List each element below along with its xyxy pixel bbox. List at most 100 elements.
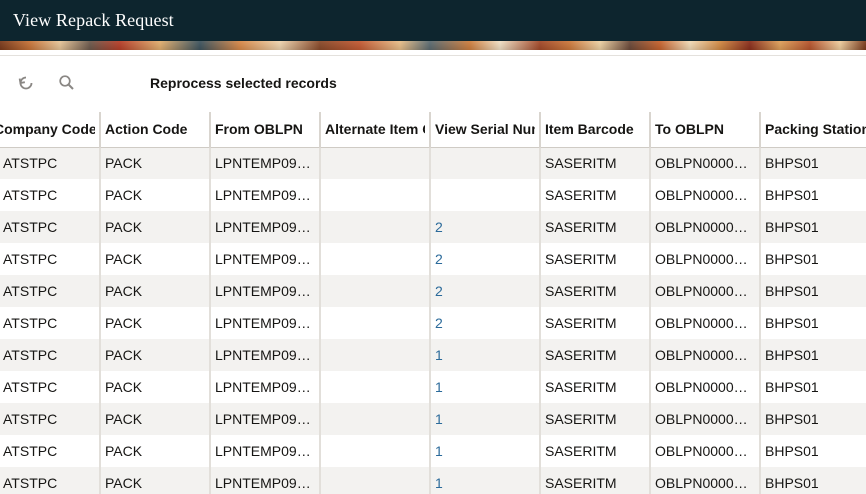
packing-station-cell: BHPS01 [760, 403, 866, 435]
serial-numbers-link[interactable]: 1 [430, 435, 541, 467]
column-header-item-barcode[interactable]: Item Barcode [540, 112, 651, 148]
to-oblpn-cell: OBLPN0000… [650, 467, 761, 494]
to-oblpn-cell: OBLPN0000… [650, 147, 761, 179]
alternate-item-code-cell [320, 179, 431, 211]
packing-station-cell: BHPS01 [760, 147, 866, 179]
action-code-cell: PACK [100, 467, 211, 494]
company-code-cell: ATSTPC [0, 467, 101, 494]
item-barcode-cell: SASERITM [540, 243, 651, 275]
table-row[interactable]: ATSTPC PACK LPNTEMP09… 1 SASERITM OBLPN0000… B… [0, 467, 866, 494]
table-row[interactable]: ATSTPC PACK LPNTEMP09… SASERITM OBLPN0000… BH… [0, 147, 866, 179]
column-header-from-oblpn[interactable]: From OBLPN [210, 112, 321, 148]
company-code-cell: ATSTPC [0, 435, 101, 467]
packing-station-cell: BHPS01 [760, 467, 866, 494]
from-oblpn-cell: LPNTEMP09… [210, 211, 321, 243]
serial-numbers-link[interactable]: 2 [430, 307, 541, 339]
item-barcode-cell: SASERITM [540, 339, 651, 371]
serial-numbers-link[interactable] [430, 147, 541, 179]
company-code-cell: ATSTPC [0, 179, 101, 211]
from-oblpn-cell: LPNTEMP09… [210, 467, 321, 494]
reprocess-selected-button[interactable]: Reprocess selected records [150, 75, 337, 91]
action-code-cell: PACK [100, 307, 211, 339]
packing-station-cell: BHPS01 [760, 179, 866, 211]
to-oblpn-cell: OBLPN0000… [650, 371, 761, 403]
to-oblpn-cell: OBLPN0000… [650, 211, 761, 243]
item-barcode-cell: SASERITM [540, 403, 651, 435]
from-oblpn-cell: LPNTEMP09… [210, 403, 321, 435]
company-code-cell: ATSTPC [0, 147, 101, 179]
serial-numbers-link[interactable] [430, 179, 541, 211]
from-oblpn-cell: LPNTEMP09… [210, 307, 321, 339]
action-code-cell: PACK [100, 435, 211, 467]
column-header-packing-station[interactable]: Packing Station [760, 112, 866, 148]
packing-station-cell: BHPS01 [760, 435, 866, 467]
table-row[interactable]: ATSTPC PACK LPNTEMP09… 1 SASERITM OBLPN0000… B… [0, 403, 866, 435]
to-oblpn-cell: OBLPN0000… [650, 435, 761, 467]
alternate-item-code-cell [320, 339, 431, 371]
column-header-alternate-item-code[interactable]: Alternate Item Code [320, 112, 431, 148]
company-code-cell: ATSTPC [0, 275, 101, 307]
item-barcode-cell: SASERITM [540, 371, 651, 403]
alternate-item-code-cell [320, 243, 431, 275]
table-row[interactable]: ATSTPC PACK LPNTEMP09… 1 SASERITM OBLPN0000… B… [0, 371, 866, 403]
table-row[interactable]: ATSTPC PACK LPNTEMP09… 1 SASERITM OBLPN0000… B… [0, 435, 866, 467]
serial-numbers-link[interactable]: 1 [430, 371, 541, 403]
company-code-cell: ATSTPC [0, 371, 101, 403]
table-row[interactable]: ATSTPC PACK LPNTEMP09… 1 SASERITM OBLPN0000… B… [0, 339, 866, 371]
search-icon[interactable] [56, 72, 78, 94]
packing-station-cell: BHPS01 [760, 371, 866, 403]
to-oblpn-cell: OBLPN0000… [650, 339, 761, 371]
alternate-item-code-cell [320, 211, 431, 243]
from-oblpn-cell: LPNTEMP09… [210, 179, 321, 211]
serial-numbers-link[interactable]: 1 [430, 403, 541, 435]
item-barcode-cell: SASERITM [540, 435, 651, 467]
serial-numbers-link[interactable]: 1 [430, 467, 541, 494]
column-header-to-oblpn[interactable]: To OBLPN [650, 112, 761, 148]
serial-numbers-link[interactable]: 1 [430, 339, 541, 371]
packing-station-cell: BHPS01 [760, 211, 866, 243]
table-row[interactable]: ATSTPC PACK LPNTEMP09… 2 SASERITM OBLPN0000… B… [0, 211, 866, 243]
refresh-icon[interactable] [15, 72, 37, 94]
page-title: View Repack Request [13, 10, 174, 30]
repack-table: Company Code Action Code From OBLPN Alte… [0, 112, 866, 494]
from-oblpn-cell: LPNTEMP09… [210, 275, 321, 307]
search-icon-glyph [59, 75, 74, 90]
alternate-item-code-cell [320, 467, 431, 494]
packing-station-cell: BHPS01 [760, 339, 866, 371]
refresh-icon-glyph [18, 76, 33, 90]
company-code-cell: ATSTPC [0, 243, 101, 275]
from-oblpn-cell: LPNTEMP09… [210, 243, 321, 275]
toolbar: Reprocess selected records [0, 55, 866, 110]
action-code-cell: PACK [100, 371, 211, 403]
table-header-row: Company Code Action Code From OBLPN Alte… [0, 112, 866, 148]
from-oblpn-cell: LPNTEMP09… [210, 371, 321, 403]
table-row[interactable]: ATSTPC PACK LPNTEMP09… 2 SASERITM OBLPN0000… B… [0, 307, 866, 339]
alternate-item-code-cell [320, 371, 431, 403]
alternate-item-code-cell [320, 147, 431, 179]
serial-numbers-link[interactable]: 2 [430, 243, 541, 275]
alternate-item-code-cell [320, 435, 431, 467]
action-code-cell: PACK [100, 275, 211, 307]
table-row[interactable]: ATSTPC PACK LPNTEMP09… 2 SASERITM OBLPN0000… B… [0, 275, 866, 307]
to-oblpn-cell: OBLPN0000… [650, 307, 761, 339]
alternate-item-code-cell [320, 307, 431, 339]
column-header-action-code[interactable]: Action Code [100, 112, 211, 148]
from-oblpn-cell: LPNTEMP09… [210, 435, 321, 467]
packing-station-cell: BHPS01 [760, 275, 866, 307]
item-barcode-cell: SASERITM [540, 147, 651, 179]
serial-numbers-link[interactable]: 2 [430, 211, 541, 243]
serial-numbers-link[interactable]: 2 [430, 275, 541, 307]
column-header-company-code[interactable]: Company Code [0, 112, 101, 148]
action-code-cell: PACK [100, 179, 211, 211]
item-barcode-cell: SASERITM [540, 307, 651, 339]
action-code-cell: PACK [100, 243, 211, 275]
column-header-view-serial-numbers[interactable]: View Serial Numbers [430, 112, 541, 148]
table-row[interactable]: ATSTPC PACK LPNTEMP09… 2 SASERITM OBLPN0000… B… [0, 243, 866, 275]
alternate-item-code-cell [320, 275, 431, 307]
to-oblpn-cell: OBLPN0000… [650, 179, 761, 211]
alternate-item-code-cell [320, 403, 431, 435]
action-code-cell: PACK [100, 403, 211, 435]
action-code-cell: PACK [100, 339, 211, 371]
from-oblpn-cell: LPNTEMP09… [210, 339, 321, 371]
table-row[interactable]: ATSTPC PACK LPNTEMP09… SASERITM OBLPN0000… BH… [0, 179, 866, 211]
